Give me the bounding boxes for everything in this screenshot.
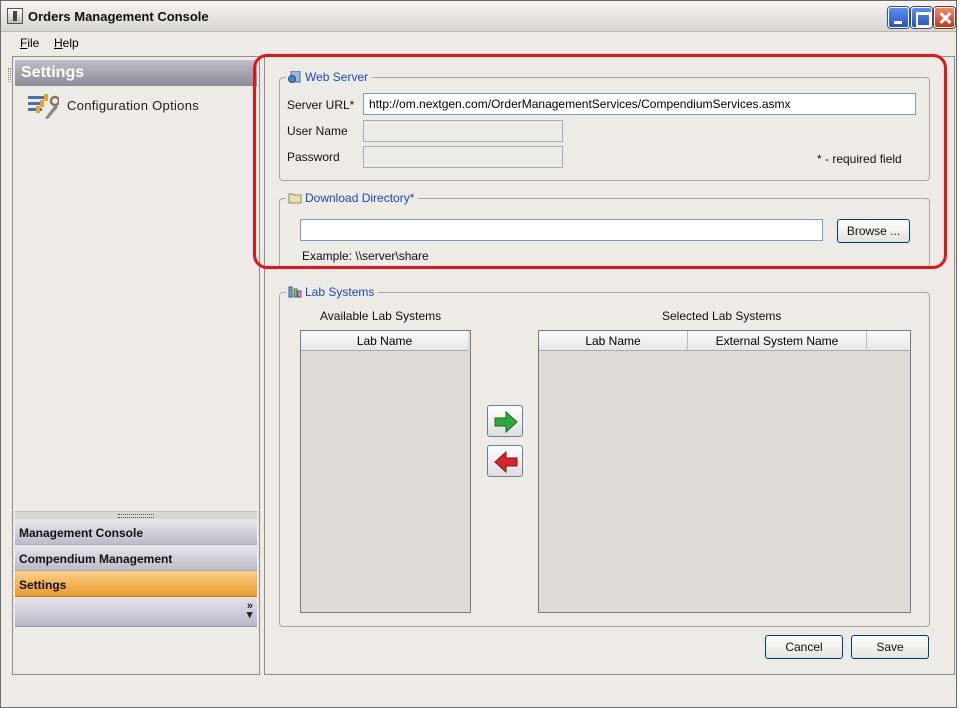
lab-flask-icon [288,286,302,298]
web-server-icon [288,71,301,83]
server-url-input[interactable]: http://om.nextgen.com/OrderManagementSer… [363,93,916,115]
selected-col-external-system-name[interactable]: External System Name [688,331,867,351]
download-directory-legend: Download Directory* [286,191,419,207]
password-input[interactable] [363,146,563,168]
available-lab-systems-title: Available Lab Systems [320,309,442,323]
server-url-label: Server URL* [287,98,355,112]
download-directory-group: Download Directory* Browse ... Example: … [279,191,930,269]
folder-icon [288,193,302,204]
browse-button[interactable]: Browse ... [837,219,910,243]
menu-help[interactable]: Help [54,36,79,50]
add-lab-system-button[interactable] [487,405,523,437]
web-server-legend: Web Server [286,70,373,86]
app-icon [7,8,23,24]
nav-overflow-bar: » ▾ [15,597,257,627]
sidebar-panel: Settings Configuration Options Managemen… [12,56,260,675]
lab-systems-legend: Lab Systems [286,285,379,301]
password-label: Password [287,150,340,164]
selected-col-lab-name[interactable]: Lab Name [539,331,688,351]
close-button[interactable] [934,7,955,28]
sidebar-item-configuration-options[interactable]: Configuration Options [27,91,247,119]
sidebar-item-label: Configuration Options [67,98,200,113]
title-bar[interactable]: Orders Management Console [1,1,956,32]
available-lab-systems-list[interactable]: Lab Name [300,330,471,613]
configuration-tools-icon [28,94,59,119]
required-field-note: * - required field [817,152,902,166]
nav-settings[interactable]: Settings [15,571,257,597]
sidebar-header: Settings [15,60,257,86]
window-title: Orders Management Console [28,9,209,24]
selected-lab-systems-title: Selected Lab Systems [662,309,782,323]
arrow-left-icon [494,451,518,473]
user-name-input[interactable] [363,120,563,142]
app-window: Orders Management Console File Help Sett… [0,0,957,708]
toolbar-grip-icon [8,68,11,82]
nav-overflow-chevron-icon[interactable]: » ▾ [247,601,253,621]
cancel-button[interactable]: Cancel [765,635,843,659]
download-directory-example: Example: \\server\share [302,249,429,263]
download-directory-input[interactable] [300,219,823,241]
nav-management-console[interactable]: Management Console [15,519,257,545]
arrow-right-icon [494,411,518,433]
sidebar-splitter-handle[interactable] [15,511,257,519]
nav-compendium-management[interactable]: Compendium Management [15,545,257,571]
maximize-button[interactable] [911,7,932,28]
remove-lab-system-button[interactable] [487,445,523,477]
settings-panel: Web Server Server URL* http://om.nextgen… [264,56,955,675]
available-col-lab-name[interactable]: Lab Name [301,331,468,351]
lab-systems-group: Lab Systems Available Lab Systems Lab Na… [279,285,930,627]
menu-bar: File Help [1,33,956,82]
menu-file[interactable]: File [20,36,39,50]
minimize-button[interactable] [888,7,909,28]
save-button[interactable]: Save [851,635,929,659]
web-server-group: Web Server Server URL* http://om.nextgen… [279,70,930,181]
selected-col-filler [867,331,910,351]
selected-lab-systems-list[interactable]: Lab Name External System Name [538,330,911,613]
user-name-label: User Name [287,124,348,138]
